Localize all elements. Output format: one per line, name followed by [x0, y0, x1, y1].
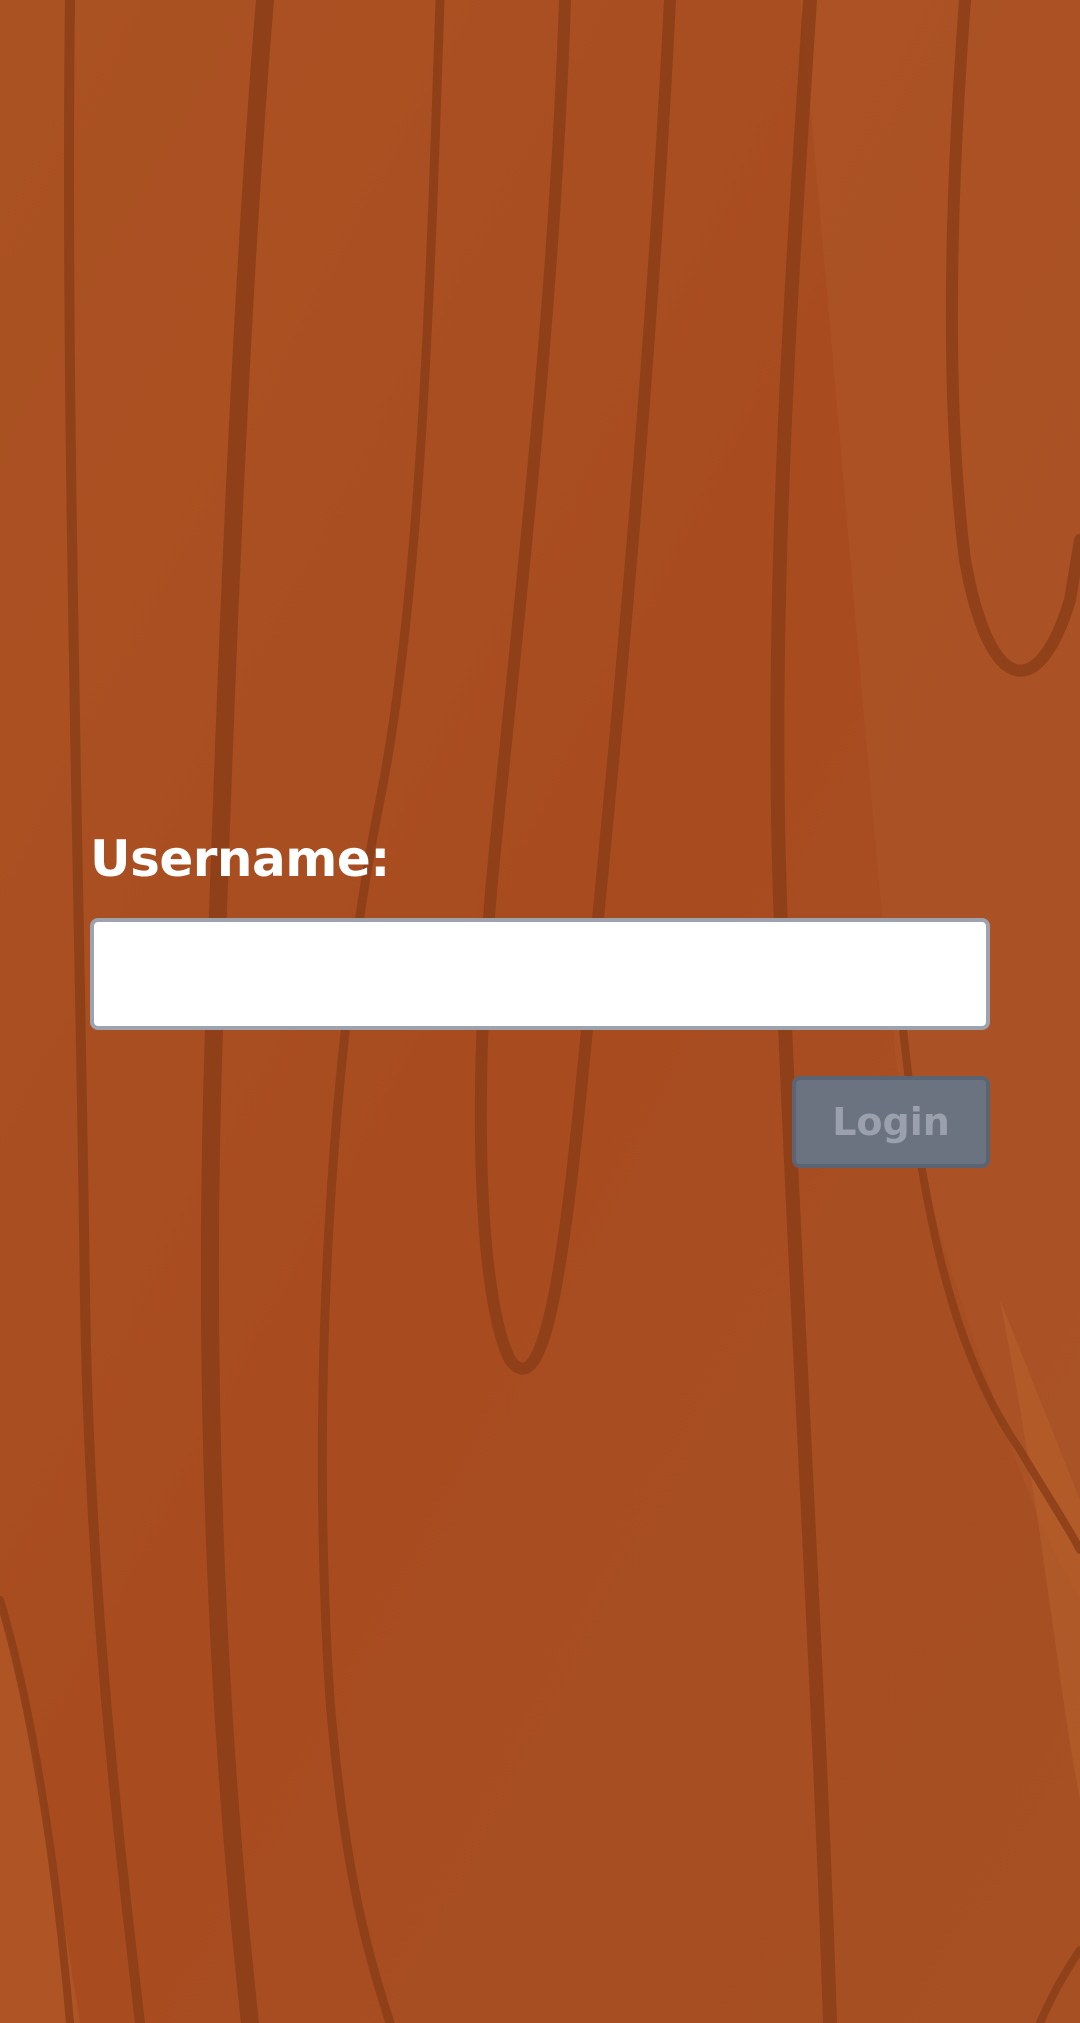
login-form: Username: Login — [90, 826, 990, 1168]
username-label: Username: — [90, 830, 390, 888]
login-button[interactable]: Login — [792, 1076, 990, 1168]
username-input[interactable] — [90, 918, 990, 1030]
